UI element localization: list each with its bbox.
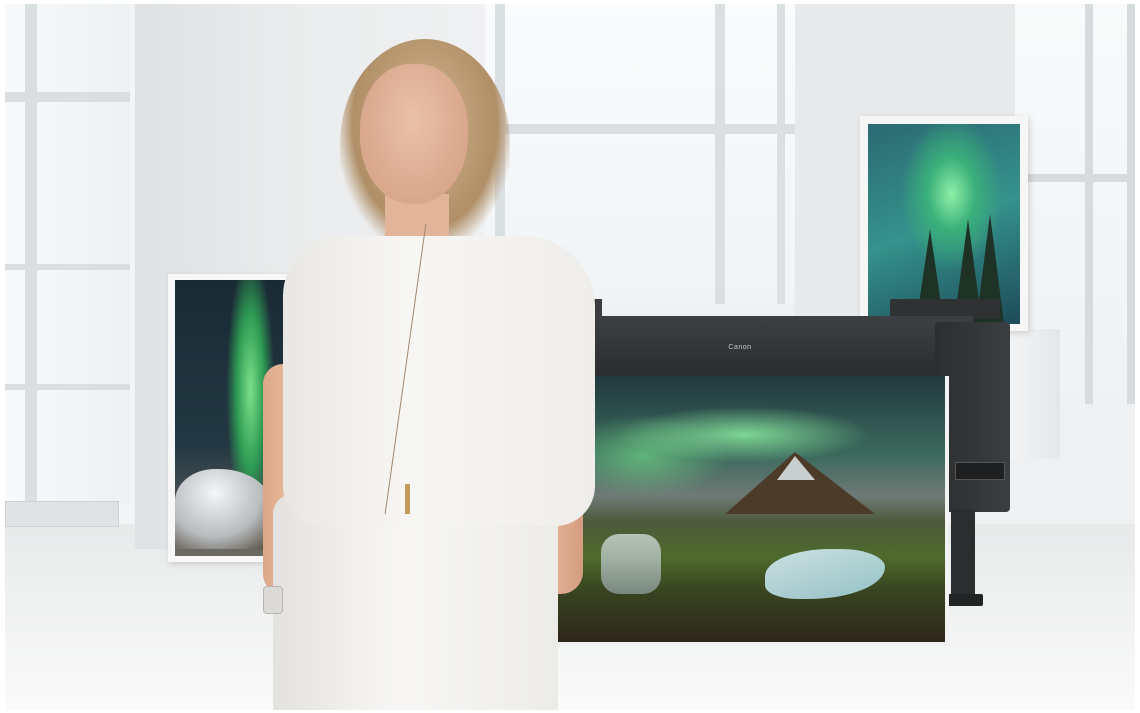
photo-scene: Canon bbox=[5, 4, 1135, 710]
printer-body bbox=[578, 316, 973, 378]
left-window bbox=[5, 4, 130, 504]
waterfall bbox=[601, 534, 661, 594]
face bbox=[360, 64, 468, 204]
mountain-snowcap bbox=[777, 456, 815, 480]
printer-foot bbox=[943, 594, 983, 606]
white-pedestal bbox=[1008, 329, 1060, 459]
printer-control-panel bbox=[955, 462, 1005, 480]
floor-vent bbox=[5, 501, 119, 527]
white-trousers bbox=[273, 494, 558, 710]
necklace-pendant bbox=[405, 484, 410, 514]
wristwatch bbox=[263, 586, 283, 614]
printer-stand bbox=[951, 509, 975, 601]
aurora-trees-artwork bbox=[868, 124, 1020, 324]
printer-brand-label: Canon bbox=[728, 344, 752, 351]
